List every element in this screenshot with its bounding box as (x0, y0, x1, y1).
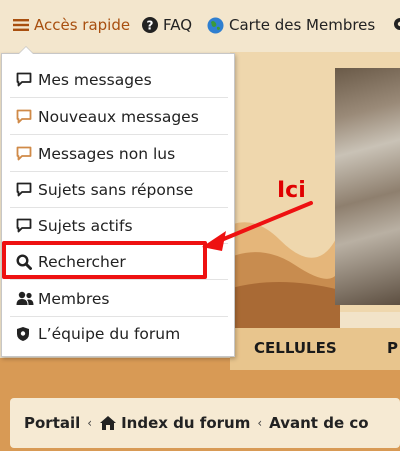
speech-bubble-icon (16, 218, 38, 233)
menu-item-2[interactable]: Nouveaux messages (10, 99, 228, 135)
breadcrumb-portal[interactable]: Portail (24, 414, 80, 432)
annotation-arrow (202, 201, 313, 251)
members-map-label: Carte des Membres (229, 16, 376, 34)
menu-item-label: Mes messages (38, 70, 152, 89)
home-icon (100, 416, 117, 430)
faq-link[interactable]: ? FAQ (142, 16, 192, 34)
menu-item-label: Messages non lus (38, 144, 176, 163)
menu-item-label: Sujets sans réponse (38, 180, 194, 199)
breadcrumb-separator: ‹ (257, 416, 263, 430)
members-map-link[interactable]: Carte des Membres (207, 16, 375, 34)
nav-item-next[interactable]: P (387, 339, 398, 357)
speech-bubble-icon (16, 72, 38, 87)
hamburger-icon (13, 19, 29, 31)
menu-item-label: Sujets actifs (38, 216, 133, 235)
breadcrumb-index[interactable]: Index du forum (99, 414, 250, 432)
shield-icon (16, 326, 38, 342)
gear-icon (394, 18, 400, 30)
quick-access-label: Accès rapide (34, 16, 131, 34)
menu-item-3[interactable]: Messages non lus (10, 136, 228, 172)
speech-bubble-icon (16, 109, 38, 124)
settings-link[interactable] (390, 16, 400, 32)
top-navbar: Accès rapide ? FAQ Carte des Membres (0, 0, 400, 52)
menu-item-label: L’équipe du forum (38, 325, 181, 343)
menu-item-1[interactable]: Mes messages (10, 62, 228, 98)
dropdown-caret (18, 46, 34, 54)
speech-bubble-icon (16, 146, 38, 161)
nav-item-cellules[interactable]: CELLULES (254, 339, 337, 357)
menu-item-8[interactable]: L’équipe du forum (10, 316, 228, 352)
menu-item-label: Nouveaux messages (38, 107, 199, 126)
annotation-highlight-box (2, 241, 207, 279)
speech-bubble-icon (16, 182, 38, 197)
svg-text:?: ? (147, 19, 154, 33)
question-circle-icon: ? (142, 17, 158, 33)
banner-photo (335, 68, 400, 305)
breadcrumb: Portail ‹ Index du forum ‹ Avant de co (10, 398, 400, 448)
breadcrumb-index-label: Index du forum (121, 414, 251, 432)
faq-label: FAQ (163, 16, 193, 34)
menu-item-7[interactable]: Membres (10, 281, 228, 317)
breadcrumb-current[interactable]: Avant de co (269, 414, 368, 432)
breadcrumb-separator: ‹ (87, 416, 93, 430)
menu-item-label: Membres (38, 289, 110, 308)
users-icon (16, 291, 38, 306)
annotation-label: Ici (277, 178, 306, 203)
globe-icon (207, 17, 224, 33)
quick-access-menu-button[interactable]: Accès rapide (13, 16, 130, 34)
